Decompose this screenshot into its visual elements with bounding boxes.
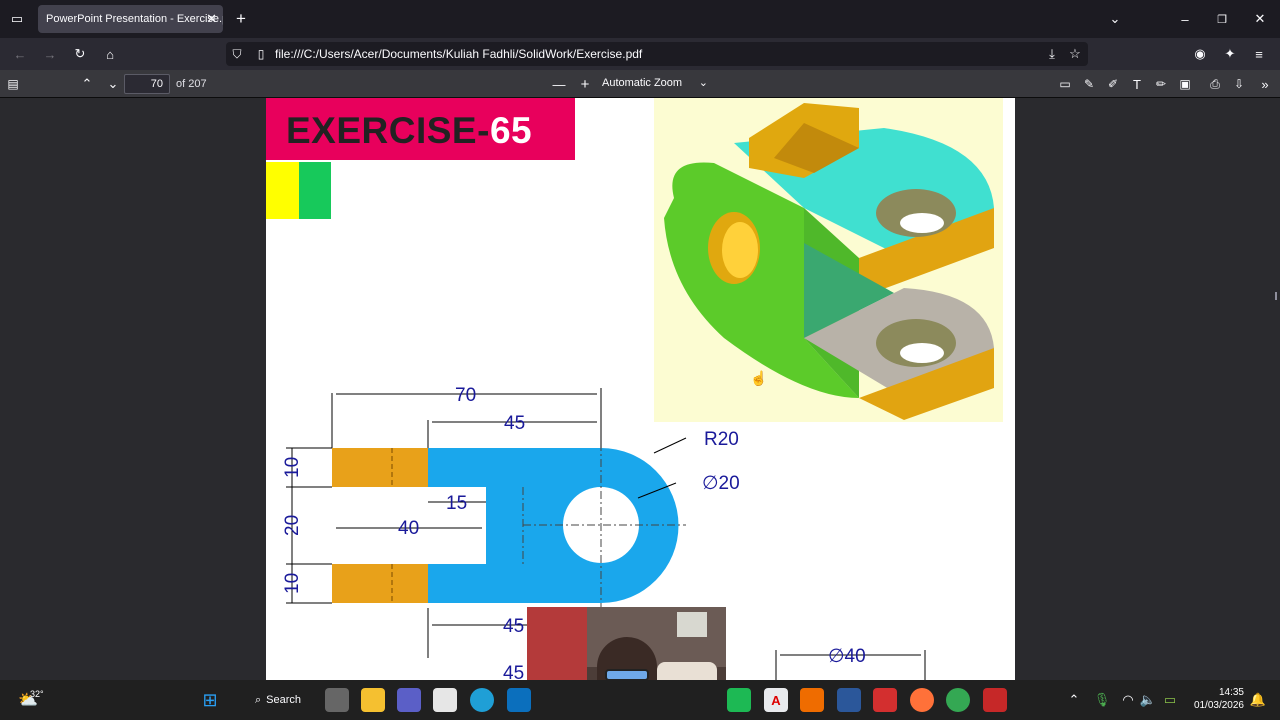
zoom-in-icon[interactable]: + — [576, 75, 594, 93]
zoom-select[interactable]: Automatic Zoom ⌄ — [598, 74, 714, 94]
next-page-icon[interactable]: ⌄ — [104, 75, 122, 93]
task-view-icon[interactable] — [325, 688, 349, 712]
microphone-icon[interactable]: 🎙 — [1094, 692, 1111, 708]
page-number-input[interactable]: 70 — [124, 74, 170, 94]
hand-cursor-icon: ☝ — [750, 369, 768, 386]
search-icon: ⌕ — [254, 693, 262, 706]
url-text[interactable]: file:///C:/Users/Acer/Documents/Kuliah F… — [275, 47, 642, 61]
clock-time: 14:35 — [1218, 687, 1244, 698]
lower-prong — [332, 564, 428, 603]
dim-dia20: ∅20 — [702, 473, 740, 494]
windows-start-icon[interactable]: ⊞ — [198, 688, 222, 712]
word-icon[interactable] — [837, 688, 861, 712]
draw-icon[interactable]: ✏ — [1152, 75, 1170, 93]
weather-temp: 32° — [30, 689, 44, 699]
dim-r20: R20 — [704, 429, 739, 450]
dim-45-bottom-2: 45 — [503, 663, 524, 680]
image-icon[interactable]: ▣ — [1176, 75, 1194, 93]
dim-45-bottom: 45 — [503, 616, 524, 637]
shield-icon[interactable]: ⛉ — [228, 45, 246, 63]
previous-page-icon[interactable]: ⌃ — [78, 75, 96, 93]
chevron-up-icon[interactable]: ⌃ — [1066, 692, 1082, 708]
search-button[interactable]: ⌕ Search — [248, 688, 308, 712]
close-tab-icon[interactable]: ✕ — [206, 11, 217, 27]
webcam-frame — [677, 612, 707, 637]
forward-icon[interactable]: → — [40, 45, 60, 63]
text-tool-icon[interactable]: T — [1128, 75, 1146, 93]
app-green-icon[interactable] — [727, 688, 751, 712]
teams-icon[interactable] — [397, 688, 421, 712]
dim-15: 15 — [446, 493, 467, 514]
dim-20: 20 — [282, 515, 303, 536]
clock-date: 01/03/2026 — [1193, 700, 1244, 711]
autocad-icon[interactable]: A — [764, 688, 788, 712]
browser-tab[interactable]: PowerPoint Presentation - Exercise.p ✕ — [38, 5, 223, 33]
back-icon[interactable]: ← — [10, 45, 30, 63]
account-icon[interactable]: ◉ — [1191, 45, 1209, 63]
dim-70: 70 — [455, 385, 476, 406]
page-total: of 207 — [176, 78, 207, 90]
firefox-icon[interactable] — [910, 688, 934, 712]
tab-title: PowerPoint Presentation - Exercise.p — [46, 13, 223, 25]
bookmark-star-icon[interactable]: ☆ — [1066, 45, 1084, 63]
pdf-page: EXERCISE-65 70 45 R20 ∅20 15 40 45 45 ∅4… — [266, 98, 1015, 680]
dim-dia40: ∅40 — [828, 646, 866, 667]
close-window-icon[interactable]: ✕ — [1251, 10, 1269, 28]
download-page-icon[interactable]: ⤓ — [1043, 45, 1061, 63]
system-clock[interactable]: 14:35 01/03/2026 — [1194, 686, 1244, 712]
dim-40: 40 — [398, 518, 419, 539]
zoom-label: Automatic Zoom — [602, 77, 683, 89]
zoom-out-icon[interactable]: — — [550, 75, 568, 93]
minimize-icon[interactable]: – — [1176, 10, 1194, 28]
dim-45-top: 45 — [504, 413, 525, 434]
engineering-drawing: 70 45 R20 ∅20 15 40 45 45 ∅40 10 20 10 — [282, 385, 926, 680]
wifi-icon[interactable]: ◠ — [1120, 692, 1136, 708]
new-tab-icon[interactable]: + — [232, 9, 250, 28]
save-icon[interactable]: ⇩ — [1230, 75, 1248, 93]
restore-icon[interactable]: ❐ — [1213, 10, 1231, 28]
edge-icon[interactable] — [470, 688, 494, 712]
wps-icon[interactable] — [873, 688, 897, 712]
taskbar — [0, 680, 1280, 720]
sidebar-toggle-icon[interactable]: ▤ — [4, 75, 22, 93]
reload-icon[interactable]: ↻ — [70, 45, 90, 63]
page-icon[interactable]: ▯ — [252, 45, 270, 63]
more-tools-icon[interactable]: » — [1256, 75, 1274, 93]
chrome-icon[interactable] — [946, 688, 970, 712]
vscode-icon[interactable] — [507, 688, 531, 712]
dim-10-top: 10 — [282, 457, 303, 478]
dim-10-bottom: 10 — [282, 573, 303, 594]
fusion-icon[interactable] — [800, 688, 824, 712]
notification-bell-icon[interactable]: 🔔 — [1250, 692, 1266, 708]
chevron-down-icon[interactable]: ⌄ — [1106, 10, 1124, 28]
home-icon[interactable]: ⌂ — [100, 45, 120, 63]
tab-list-icon[interactable]: ▭ — [8, 10, 26, 28]
extensions-icon[interactable]: ✦ — [1221, 45, 1239, 63]
search-label: Search — [266, 694, 302, 706]
file-explorer-icon[interactable] — [361, 688, 385, 712]
battery-icon[interactable]: ▭ — [1160, 692, 1180, 708]
comment-icon[interactable]: ▭ — [1056, 75, 1074, 93]
upper-prong — [332, 448, 428, 487]
solidworks-icon[interactable] — [983, 688, 1007, 712]
chevron-down-icon: ⌄ — [698, 77, 708, 89]
highlight-icon[interactable]: ✐ — [1104, 75, 1122, 93]
volume-icon[interactable]: 🔈 — [1140, 692, 1156, 708]
menu-icon[interactable]: ≡ — [1250, 45, 1268, 63]
print-icon[interactable]: ⎙ — [1206, 75, 1224, 93]
store-icon[interactable] — [433, 688, 457, 712]
scrollbar-thumb[interactable] — [1275, 292, 1277, 300]
signature-icon[interactable]: ✎ — [1080, 75, 1098, 93]
